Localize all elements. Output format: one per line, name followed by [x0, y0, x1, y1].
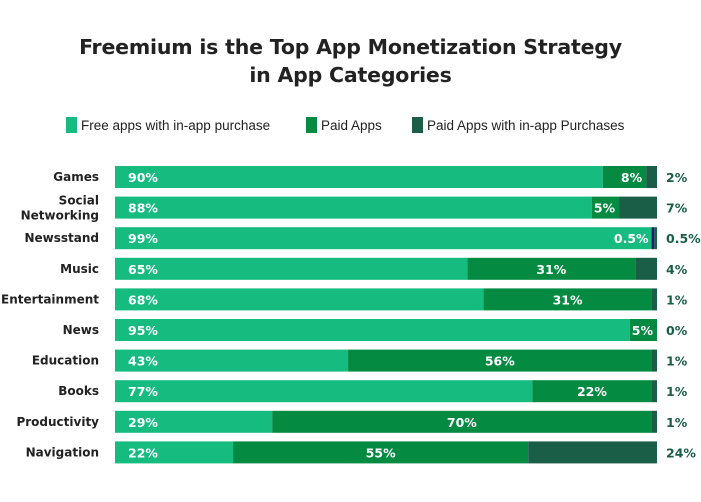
bar-label-paid-productivity: 70%: [447, 415, 477, 430]
bar-label-paid-books: 22%: [577, 384, 607, 399]
bar-label-paid-inapp-news: 0%: [666, 323, 688, 338]
bar-label-paid-entertainment: 31%: [553, 292, 583, 307]
bar-label-free-productivity: 29%: [128, 415, 158, 430]
bar-label-paid-inapp-entertainment: 1%: [666, 292, 688, 307]
bar-segment-books-s2: [651, 380, 657, 403]
bar-segment-music-s0: [115, 257, 468, 280]
bar-label-paid-inapp-books: 1%: [666, 384, 688, 399]
bar-label-paid-games: 8%: [621, 170, 643, 185]
bar-label-paid-music: 31%: [536, 262, 566, 277]
bar-segment-newsstand-s2: [654, 227, 657, 250]
category-label-entertainment: Entertainment: [1, 292, 99, 306]
bar-segment-music-s2: [635, 257, 657, 280]
bar-segment-games-s2: [646, 166, 657, 188]
bar-segment-entertainment-s2: [651, 288, 657, 311]
category-label-social-networking: Social Networking: [21, 194, 99, 223]
bar-segment-newsstand-s1: [651, 227, 655, 250]
bar-segment-books-s0: [115, 380, 533, 403]
bar-segment-navigation-s2: [528, 441, 657, 464]
bar-label-paid-newsstand: 0.5%: [614, 231, 649, 246]
bar-label-free-social-networking: 88%: [128, 201, 158, 216]
bar-segment-entertainment-s0: [115, 288, 484, 311]
category-label-education: Education: [32, 354, 99, 368]
bar-segment-social-networking-s0: [115, 196, 592, 219]
bar-label-free-education: 43%: [128, 354, 158, 369]
bar-label-paid-navigation: 55%: [366, 445, 396, 460]
bar-label-paid-inapp-games: 2%: [666, 170, 688, 185]
category-label-newsstand: Newsstand: [24, 231, 99, 245]
bar-label-paid-education: 56%: [485, 354, 515, 369]
bar-label-paid-news: 5%: [632, 323, 654, 338]
category-label-news: News: [63, 323, 99, 337]
bar-label-paid-social-networking: 5%: [594, 201, 616, 216]
category-label-line: Networking: [21, 209, 99, 223]
category-label-music: Music: [60, 262, 99, 276]
bar-label-paid-inapp-social-networking: 7%: [666, 201, 688, 216]
category-label-line: Social: [59, 194, 99, 208]
bar-label-paid-inapp-navigation: 24%: [666, 445, 696, 460]
category-label-productivity: Productivity: [16, 415, 99, 429]
bar-segment-productivity-s2: [651, 410, 657, 433]
bar-label-free-music: 65%: [128, 262, 158, 277]
bar-label-free-news: 95%: [128, 323, 158, 338]
bar-label-paid-inapp-music: 4%: [666, 262, 688, 277]
bar-segment-games-s0: [115, 166, 603, 188]
bar-label-paid-inapp-education: 1%: [666, 354, 688, 369]
category-label-games: Games: [53, 170, 99, 184]
stacked-bar-chart: Games 90% 8% 2% Social Networking 88% 5% 7% Newss…: [1, 166, 701, 464]
bar-label-free-entertainment: 68%: [128, 292, 158, 307]
bar-segment-education-s2: [651, 349, 657, 372]
category-label-navigation: Navigation: [26, 445, 99, 459]
category-label-books: Books: [58, 384, 99, 398]
bar-segment-news-s0: [115, 319, 630, 341]
bar-label-paid-inapp-newsstand: 0.5%: [666, 231, 701, 246]
bar-label-free-navigation: 22%: [128, 445, 158, 460]
bar-segment-newsstand-s0: [115, 227, 652, 250]
bar-label-free-games: 90%: [128, 170, 158, 185]
bar-label-paid-inapp-productivity: 1%: [666, 415, 688, 430]
bar-label-free-books: 77%: [128, 384, 158, 399]
bar-label-free-newsstand: 99%: [128, 231, 158, 246]
bar-segment-social-networking-s2: [619, 196, 657, 219]
